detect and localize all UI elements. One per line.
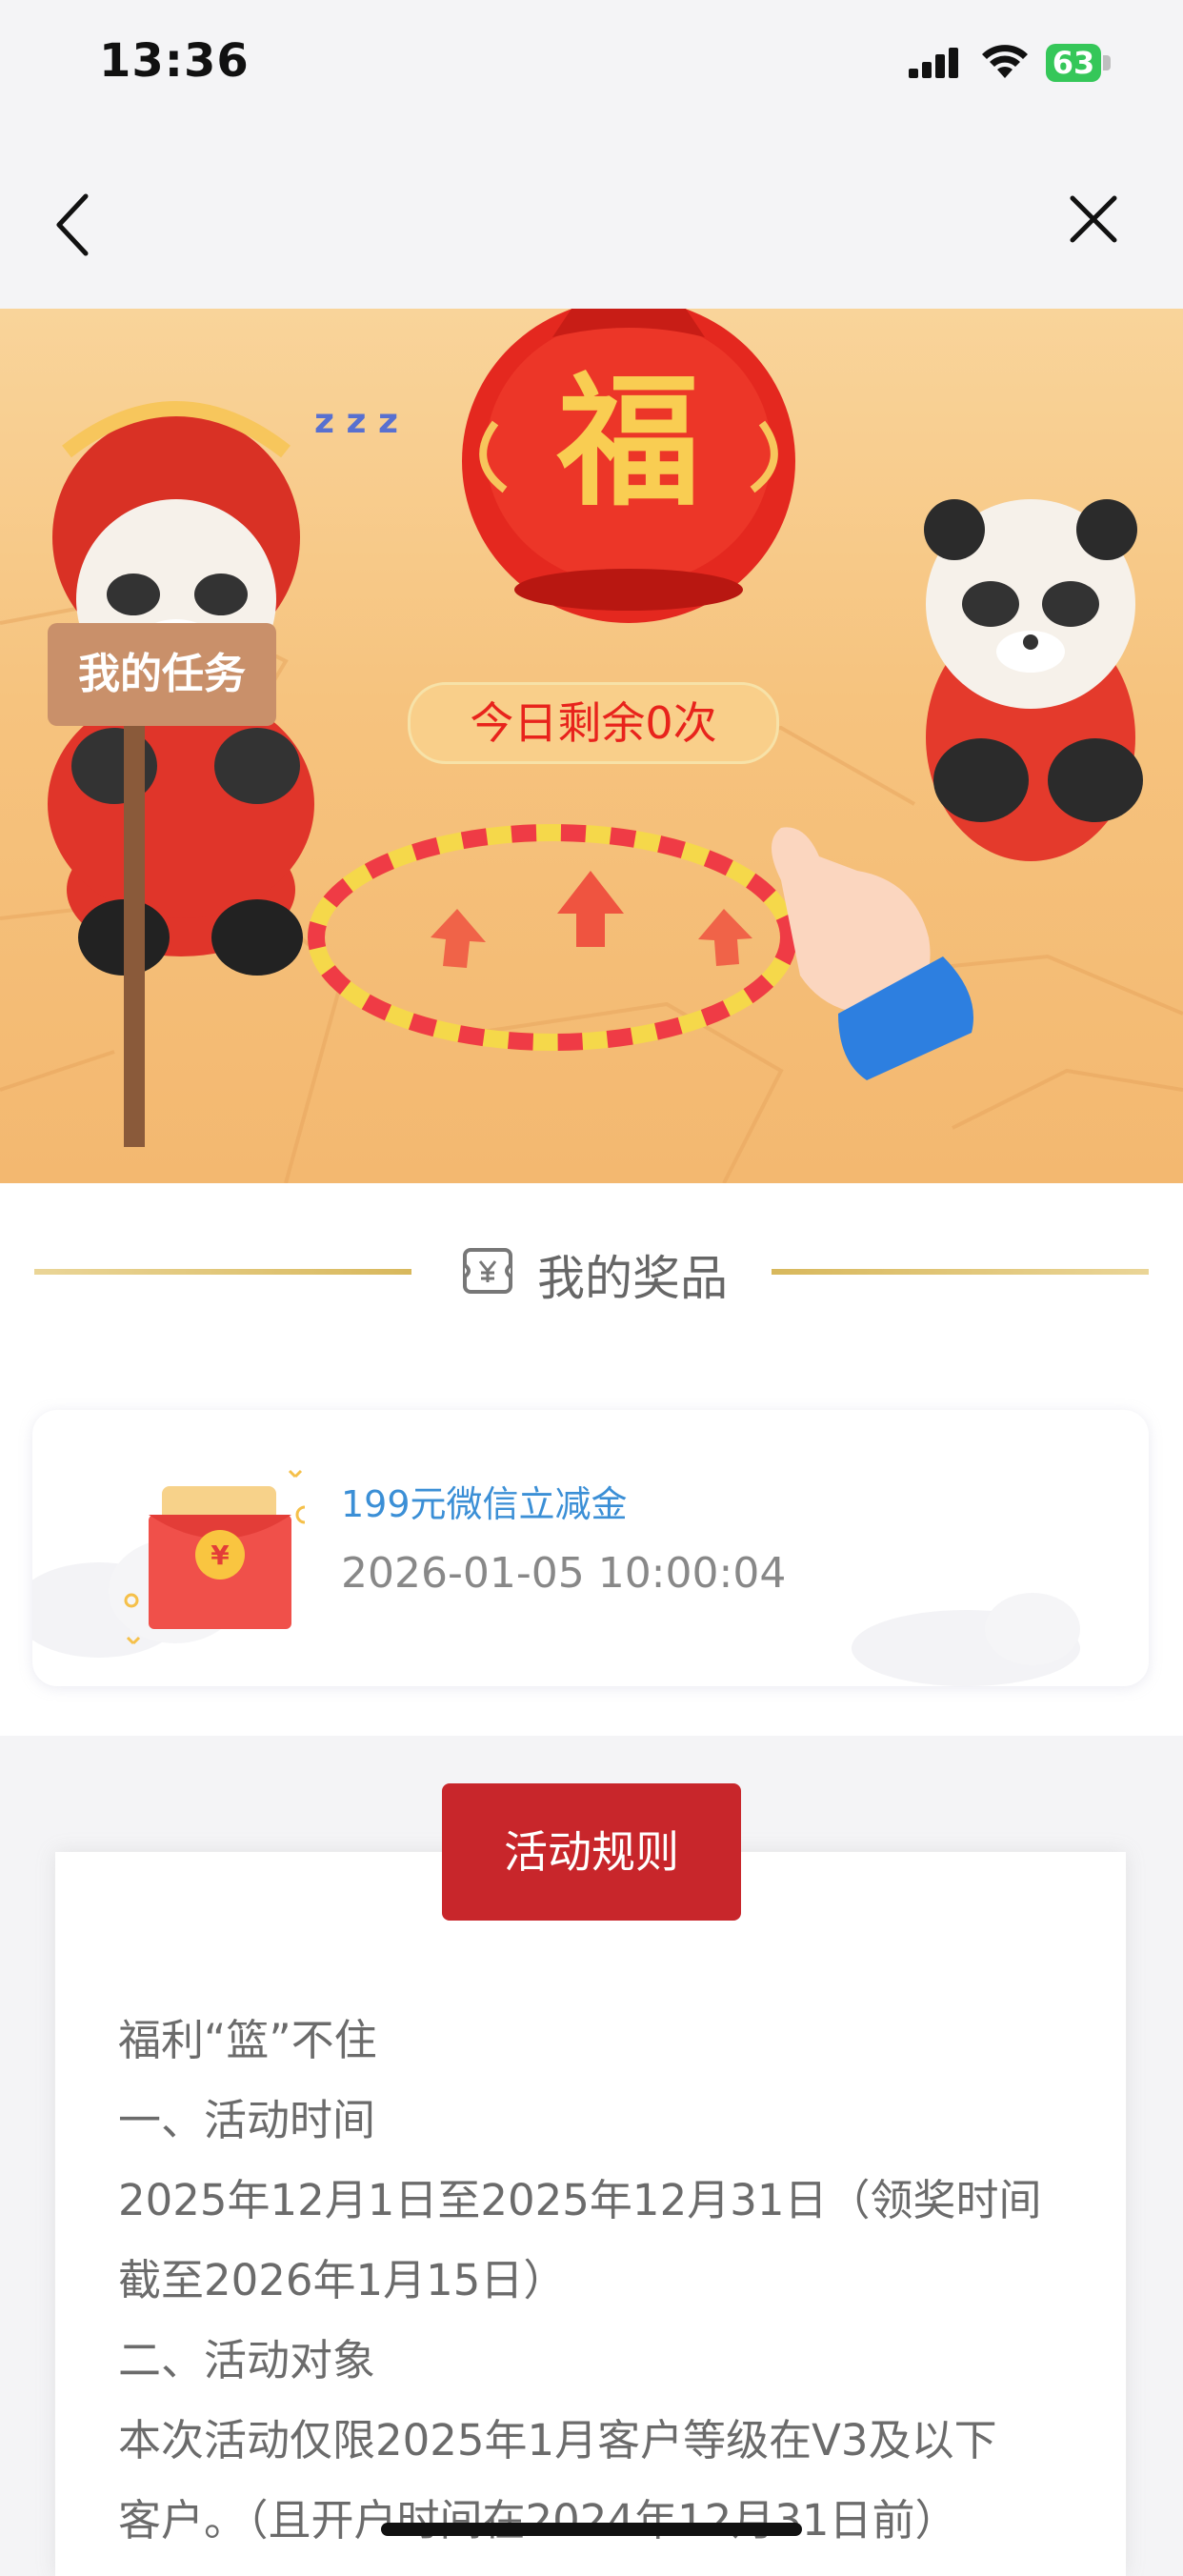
- activity-rules-button[interactable]: 活动规则: [442, 1783, 741, 1921]
- red-envelope-icon: ¥: [124, 1469, 305, 1645]
- rules-line: 福利“篮”不住: [118, 2015, 377, 2065]
- wifi-icon: [982, 45, 1028, 78]
- prize-card[interactable]: ¥ 199元微信立减金 2026-01-05 10:00:04: [32, 1410, 1149, 1686]
- prize-name: 199元微信立减金: [341, 1483, 628, 1525]
- ticket-yen-icon: [463, 1248, 512, 1294]
- divider-line: [34, 1269, 411, 1275]
- svg-text:z z z: z z z: [314, 402, 398, 441]
- remaining-count-badge: 今日剩余0次: [408, 682, 779, 764]
- status-time: 13:36: [99, 34, 250, 88]
- rules-line: 客户。（且开户时间在2024年12月31日前）: [118, 2495, 958, 2546]
- my-tasks-button[interactable]: 我的任务: [48, 623, 276, 726]
- chevron-left-icon[interactable]: [50, 191, 93, 259]
- rules-line: 二、活动对象: [118, 2335, 376, 2385]
- fu-character: 福: [556, 358, 700, 526]
- panda-mascot: [924, 499, 1143, 861]
- pointing-hand: [772, 827, 973, 1080]
- rules-line: 一、活动时间: [118, 2095, 376, 2145]
- status-bar: 13:36 63: [0, 0, 1183, 133]
- rules-line: 本次活动仅限2025年1月客户等级在V3及以下: [118, 2415, 997, 2465]
- rules-text: 福利“篮”不住 一、活动时间 2025年12月1日至2025年12月31日（领奖…: [118, 2001, 1061, 2561]
- battery-charging-icon: [1103, 55, 1111, 70]
- rules-line: 截至2026年1月15日）: [118, 2255, 567, 2305]
- cellular-signal-icon: [909, 48, 958, 78]
- home-indicator[interactable]: [381, 2523, 802, 2536]
- navigation-bar: [0, 133, 1183, 309]
- battery-level: 63: [1046, 44, 1101, 82]
- divider-line: [772, 1269, 1149, 1275]
- close-icon[interactable]: [1065, 191, 1122, 248]
- rules-line: 2025年12月1日至2025年12月31日（领奖时间: [118, 2175, 1042, 2225]
- arrow-up-icons: [431, 871, 752, 968]
- prizes-title: 我的奖品: [537, 1251, 728, 1306]
- prizes-header: 我的奖品: [0, 1229, 1183, 1315]
- prize-time: 2026-01-05 10:00:04: [341, 1549, 787, 1598]
- game-banner: z z z 我的任务 福 今日剩余0次: [0, 309, 1183, 1183]
- yen-symbol: ¥: [211, 1540, 230, 1571]
